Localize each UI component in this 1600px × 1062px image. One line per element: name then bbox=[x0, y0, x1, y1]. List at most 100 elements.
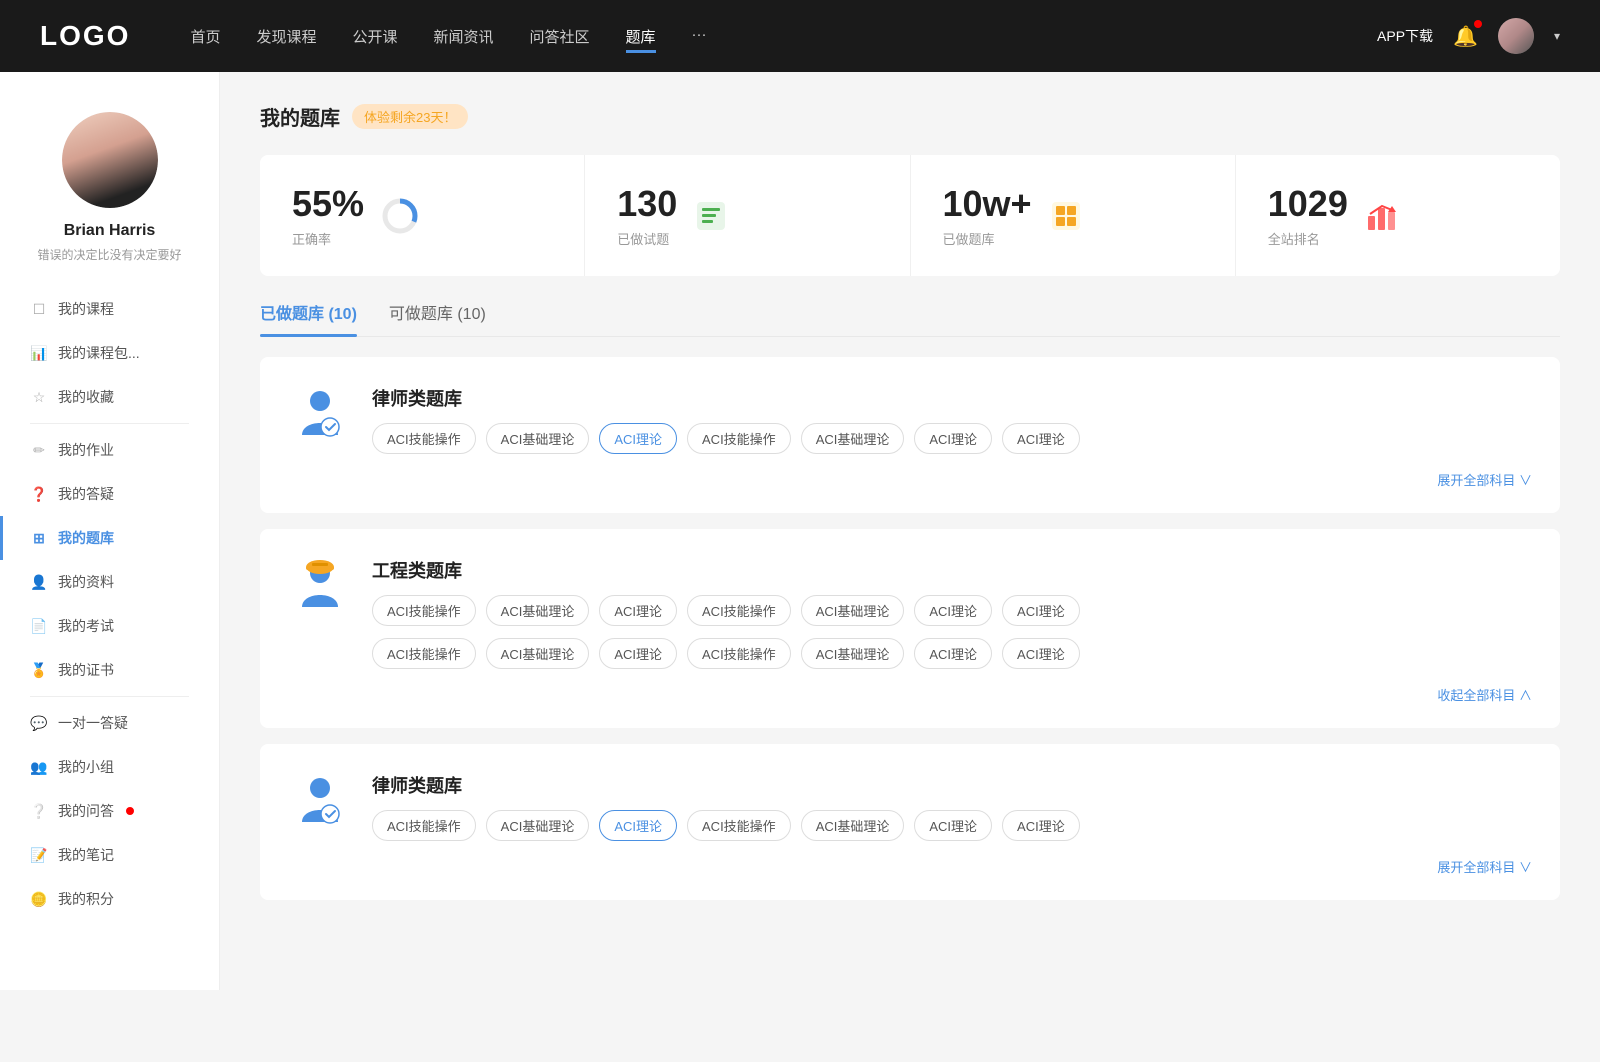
user-name: Brian Harris bbox=[64, 222, 156, 240]
tag-item[interactable]: ACI技能操作 bbox=[372, 638, 476, 669]
tab-available-banks[interactable]: 可做题库 (10) bbox=[389, 300, 486, 336]
grid-icon: ⊞ bbox=[30, 529, 48, 547]
expand-button[interactable]: 展开全部科目 ∨ bbox=[288, 470, 1532, 489]
stat-accuracy-value: 55% bbox=[292, 183, 364, 225]
tag-item[interactable]: ACI技能操作 bbox=[687, 810, 791, 841]
nav-item-home[interactable]: 首页 bbox=[190, 26, 220, 47]
tags-row-1: ACI技能操作 ACI基础理论 ACI理论 ACI技能操作 ACI基础理论 AC… bbox=[372, 810, 1080, 841]
app-download-button[interactable]: APP下载 bbox=[1377, 26, 1433, 46]
sidebar-item-exam[interactable]: 📄 我的考试 bbox=[0, 604, 219, 648]
tag-item[interactable]: ACI技能操作 bbox=[372, 595, 476, 626]
page-wrapper: Brian Harris 错误的决定比没有决定要好 ☐ 我的课程 📊 我的课程包… bbox=[0, 72, 1600, 990]
stat-done-banks: 10w+ 已做题库 bbox=[911, 155, 1236, 276]
logo: LOGO bbox=[40, 20, 130, 52]
people-icon: 👤 bbox=[30, 573, 48, 591]
tag-item[interactable]: ACI理论 bbox=[914, 423, 992, 454]
avatar bbox=[62, 112, 158, 208]
page-title: 我的题库 bbox=[260, 102, 340, 131]
sidebar-item-group[interactable]: 👥 我的小组 bbox=[0, 745, 219, 789]
chat-icon: 💬 bbox=[30, 714, 48, 732]
page-title-row: 我的题库 体验剩余23天！ bbox=[260, 102, 1560, 131]
accuracy-chart bbox=[380, 196, 420, 236]
nav-list: 首页 发现课程 公开课 新闻资讯 问答社区 题库 ··· bbox=[190, 26, 1377, 47]
sidebar-item-bank[interactable]: ⊞ 我的题库 bbox=[0, 516, 219, 560]
user-motto: 错误的决定比没有决定要好 bbox=[37, 246, 181, 263]
nav-item-open[interactable]: 公开课 bbox=[352, 26, 397, 47]
tag-item[interactable]: ACI理论 bbox=[914, 638, 992, 669]
stat-rank-value: 1029 bbox=[1268, 183, 1348, 225]
nav-item-more[interactable]: ··· bbox=[692, 26, 707, 47]
bank-title: 律师类题库 bbox=[372, 768, 1080, 798]
group-icon: 👥 bbox=[30, 758, 48, 776]
nav-item-qa[interactable]: 问答社区 bbox=[530, 26, 590, 47]
tag-item[interactable]: ACI技能操作 bbox=[687, 595, 791, 626]
engineer-icon bbox=[288, 553, 352, 617]
tag-item[interactable]: ACI技能操作 bbox=[687, 638, 791, 669]
stat-rank: 1029 全站排名 bbox=[1236, 155, 1560, 276]
bell-badge bbox=[1474, 20, 1482, 28]
tag-item[interactable]: ACI理论 bbox=[1002, 595, 1080, 626]
sidebar-item-my-qa[interactable]: ❔ 我的问答 bbox=[0, 789, 219, 833]
lawyer-icon-2 bbox=[288, 768, 352, 832]
dropdown-arrow-icon[interactable]: ▾ bbox=[1554, 29, 1560, 43]
edit-icon: ✏ bbox=[30, 441, 48, 459]
sidebar-item-homework[interactable]: ✏ 我的作业 bbox=[0, 428, 219, 472]
rank-icon bbox=[1364, 198, 1400, 234]
tabs-row: 已做题库 (10) 可做题库 (10) bbox=[260, 300, 1560, 337]
navbar: LOGO 首页 发现课程 公开课 新闻资讯 问答社区 题库 ··· APP下载 … bbox=[0, 0, 1600, 72]
sidebar-menu: ☐ 我的课程 📊 我的课程包... ☆ 我的收藏 ✏ 我的作业 ❓ 我的答疑 ⊞ bbox=[0, 287, 219, 921]
nav-item-discover[interactable]: 发现课程 bbox=[256, 26, 316, 47]
sidebar-item-material[interactable]: 👤 我的资料 bbox=[0, 560, 219, 604]
tag-item[interactable]: ACI基础理论 bbox=[801, 810, 905, 841]
avatar[interactable] bbox=[1498, 18, 1534, 54]
tag-item[interactable]: ACI理论 bbox=[914, 595, 992, 626]
bank-info: 工程类题库 ACI技能操作 ACI基础理论 ACI理论 ACI技能操作 ACI基… bbox=[372, 553, 1080, 669]
bank-title: 律师类题库 bbox=[372, 381, 1080, 411]
tag-item[interactable]: ACI理论 bbox=[599, 595, 677, 626]
tag-item[interactable]: ACI基础理论 bbox=[801, 595, 905, 626]
tag-item[interactable]: ACI技能操作 bbox=[372, 423, 476, 454]
nav-item-bank[interactable]: 题库 bbox=[626, 26, 656, 47]
sidebar-item-notes[interactable]: 📝 我的笔记 bbox=[0, 833, 219, 877]
stat-accuracy-label: 正确率 bbox=[292, 229, 364, 248]
bank-card-header: 律师类题库 ACI技能操作 ACI基础理论 ACI理论 ACI技能操作 ACI基… bbox=[288, 381, 1532, 454]
tag-item[interactable]: ACI基础理论 bbox=[486, 810, 590, 841]
tag-item[interactable]: ACI理论 bbox=[599, 638, 677, 669]
trial-badge: 体验剩余23天！ bbox=[352, 104, 468, 129]
tag-item[interactable]: ACI基础理论 bbox=[801, 423, 905, 454]
sidebar-item-points[interactable]: 🪙 我的积分 bbox=[0, 877, 219, 921]
file-icon: 📄 bbox=[30, 617, 48, 635]
tag-item[interactable]: ACI理论 bbox=[1002, 423, 1080, 454]
sidebar-item-my-course[interactable]: ☐ 我的课程 bbox=[0, 287, 219, 331]
tab-done-banks[interactable]: 已做题库 (10) bbox=[260, 300, 357, 336]
notification-bell[interactable]: 🔔 bbox=[1453, 24, 1478, 49]
tag-item[interactable]: ACI理论 bbox=[1002, 638, 1080, 669]
tag-item[interactable]: ACI基础理论 bbox=[486, 595, 590, 626]
nav-item-news[interactable]: 新闻资讯 bbox=[434, 26, 494, 47]
tag-item[interactable]: ACI理论 bbox=[1002, 810, 1080, 841]
sidebar-item-one-to-one[interactable]: 💬 一对一答疑 bbox=[0, 701, 219, 745]
bank-info: 律师类题库 ACI技能操作 ACI基础理论 ACI理论 ACI技能操作 ACI基… bbox=[372, 768, 1080, 841]
stat-done-questions-value: 130 bbox=[617, 183, 677, 225]
stat-rank-content: 1029 全站排名 bbox=[1268, 183, 1348, 248]
tag-item[interactable]: ACI基础理论 bbox=[486, 638, 590, 669]
tags-row-2: ACI技能操作 ACI基础理论 ACI理论 ACI技能操作 ACI基础理论 AC… bbox=[372, 638, 1080, 669]
sidebar-item-cert[interactable]: 🏅 我的证书 bbox=[0, 648, 219, 692]
tag-item[interactable]: ACI理论 bbox=[914, 810, 992, 841]
tag-item[interactable]: ACI技能操作 bbox=[372, 810, 476, 841]
sidebar-item-qa-mine[interactable]: ❓ 我的答疑 bbox=[0, 472, 219, 516]
tag-item[interactable]: ACI基础理论 bbox=[801, 638, 905, 669]
cert-icon: 🏅 bbox=[30, 661, 48, 679]
bell-icon: 🔔 bbox=[1453, 26, 1478, 48]
expand-button-2[interactable]: 展开全部科目 ∨ bbox=[288, 857, 1532, 876]
collapse-button[interactable]: 收起全部科目 ∧ bbox=[288, 685, 1532, 704]
tag-item-active[interactable]: ACI理论 bbox=[599, 810, 677, 841]
tag-item[interactable]: ACI技能操作 bbox=[687, 423, 791, 454]
coins-icon: 🪙 bbox=[30, 890, 48, 908]
sidebar-item-favorites[interactable]: ☆ 我的收藏 bbox=[0, 375, 219, 419]
sidebar-item-course-pack[interactable]: 📊 我的课程包... bbox=[0, 331, 219, 375]
tag-item[interactable]: ACI基础理论 bbox=[486, 423, 590, 454]
bank-card-lawyer-2: 律师类题库 ACI技能操作 ACI基础理论 ACI理论 ACI技能操作 ACI基… bbox=[260, 744, 1560, 900]
tag-item-active[interactable]: ACI理论 bbox=[599, 423, 677, 454]
chart-icon: 📊 bbox=[30, 344, 48, 362]
